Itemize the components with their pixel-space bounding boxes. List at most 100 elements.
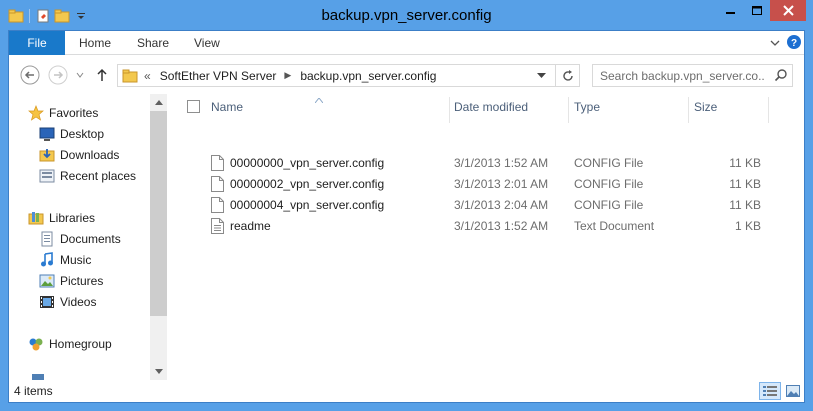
table-row[interactable]: readme 3/1/2013 1:52 AM Text Document 1 … [169,215,805,236]
column-header-size[interactable]: Size [694,94,717,120]
chevron-down-icon[interactable] [533,65,549,86]
status-bar: 4 items [9,380,804,402]
tab-view[interactable]: View [194,31,220,55]
select-all-checkbox[interactable] [187,100,200,113]
nav-item-libraries[interactable]: Libraries [28,208,95,228]
nav-item-documents[interactable]: Documents [39,229,121,249]
nav-item-videos[interactable]: Videos [39,292,96,312]
ribbon: File Home Share View ? [9,31,804,55]
column-divider[interactable] [449,97,450,123]
homegroup-icon [28,336,44,352]
up-button[interactable] [91,64,113,86]
sort-ascending-icon [314,92,324,106]
nav-label: Favorites [49,106,99,120]
desktop-icon [39,126,55,142]
column-header-date[interactable]: Date modified [454,94,528,120]
file-icon [211,175,224,192]
scroll-up-icon[interactable] [150,94,167,111]
breadcrumb-softether[interactable]: SoftEther VPN Server [160,69,277,83]
tab-file[interactable]: File [9,31,65,55]
file-type: Text Document [574,218,655,233]
file-date: 3/1/2013 1:52 AM [454,218,549,233]
item-count: 4 items [14,384,53,398]
file-date: 3/1/2013 1:52 AM [454,155,549,170]
nav-label: Recent places [60,169,137,183]
help-icon[interactable]: ? [786,34,802,53]
address-bar[interactable]: « SoftEther VPN Server ▶ backup.vpn_serv… [117,64,580,87]
file-icon [211,154,224,171]
details-view-button[interactable] [759,382,781,400]
libraries-icon [28,210,44,226]
documents-icon [39,231,55,247]
breadcrumb-current[interactable]: backup.vpn_server.config [300,69,436,83]
nav-item-downloads[interactable]: Downloads [39,145,119,165]
file-date: 3/1/2013 2:01 AM [454,176,549,191]
file-name: readme [230,218,271,233]
large-icons-view-button[interactable] [782,382,804,400]
file-list: Name Date modified Type Size 00000000_vp… [169,94,805,380]
nav-item-pictures[interactable]: Pictures [39,271,103,291]
scroll-down-icon[interactable] [150,363,167,380]
breadcrumb-overflow[interactable]: « [144,69,151,83]
table-row[interactable]: 00000002_vpn_server.config 3/1/2013 2:01… [169,173,805,194]
file-size: 11 KB [729,155,761,170]
expand-ribbon-icon[interactable] [770,37,780,51]
refresh-icon[interactable] [555,65,579,86]
close-button[interactable] [770,0,806,21]
chevron-right-icon[interactable]: ▶ [284,70,291,81]
forward-button[interactable] [47,64,69,86]
file-icon [211,196,224,213]
file-name: 00000000_vpn_server.config [230,155,385,170]
nav-item-music[interactable]: Music [39,250,91,270]
table-row[interactable]: 00000004_vpn_server.config 3/1/2013 2:04… [169,194,805,215]
file-type: CONFIG File [574,176,644,191]
minimize-button[interactable] [717,0,744,21]
file-size: 11 KB [729,197,761,212]
file-name: 00000004_vpn_server.config [230,197,385,212]
nav-label: Videos [60,295,97,309]
scroll-thumb[interactable] [150,111,167,316]
maximize-button[interactable] [744,0,770,21]
nav-label: Documents [60,232,121,246]
tab-home[interactable]: Home [79,31,111,55]
file-size: 1 KB [734,218,761,233]
window-title: backup.vpn_server.config [321,7,492,24]
videos-icon [39,294,55,310]
nav-item-recent-places[interactable]: Recent places [39,166,136,186]
search-icon[interactable] [774,68,788,85]
svg-text:?: ? [791,38,797,49]
nav-label: Music [60,253,92,267]
back-button[interactable] [19,64,41,86]
nav-label: Homegroup [49,337,112,351]
search-box[interactable] [592,64,793,87]
column-divider[interactable] [688,97,689,123]
music-icon [39,252,55,268]
tab-share[interactable]: Share [137,31,169,55]
address-row: « SoftEther VPN Server ▶ backup.vpn_serv… [9,56,804,94]
recent-locations-icon[interactable] [73,64,87,86]
nav-item-favorites[interactable]: Favorites [28,103,98,123]
search-input[interactable] [600,68,765,83]
column-header-name[interactable]: Name [211,94,243,120]
nav-item-homegroup[interactable]: Homegroup [28,334,112,354]
nav-item-desktop[interactable]: Desktop [39,124,104,144]
nav-label: Libraries [49,211,96,225]
star-icon [28,105,44,121]
table-row[interactable]: 00000000_vpn_server.config 3/1/2013 1:52… [169,152,805,173]
nav-scrollbar[interactable] [150,94,167,380]
window-body: File Home Share View ? « SoftEther VPN S… [8,30,805,403]
nav-label: Pictures [60,274,104,288]
title-bar: backup.vpn_server.config [0,0,813,30]
downloads-icon [39,147,55,163]
file-name: 00000002_vpn_server.config [230,176,385,191]
file-size: 11 KB [729,176,761,191]
column-divider[interactable] [568,97,569,123]
column-divider[interactable] [768,97,769,123]
computer-icon [32,372,44,380]
navigation-pane: Favorites Desktop Downloads Recent place… [9,94,167,380]
file-type: CONFIG File [574,197,644,212]
nav-label: Downloads [60,148,120,162]
file-date: 3/1/2013 2:04 AM [454,197,549,212]
explorer-window: backup.vpn_server.config File Home Share… [0,0,813,411]
column-header-type[interactable]: Type [574,94,600,120]
